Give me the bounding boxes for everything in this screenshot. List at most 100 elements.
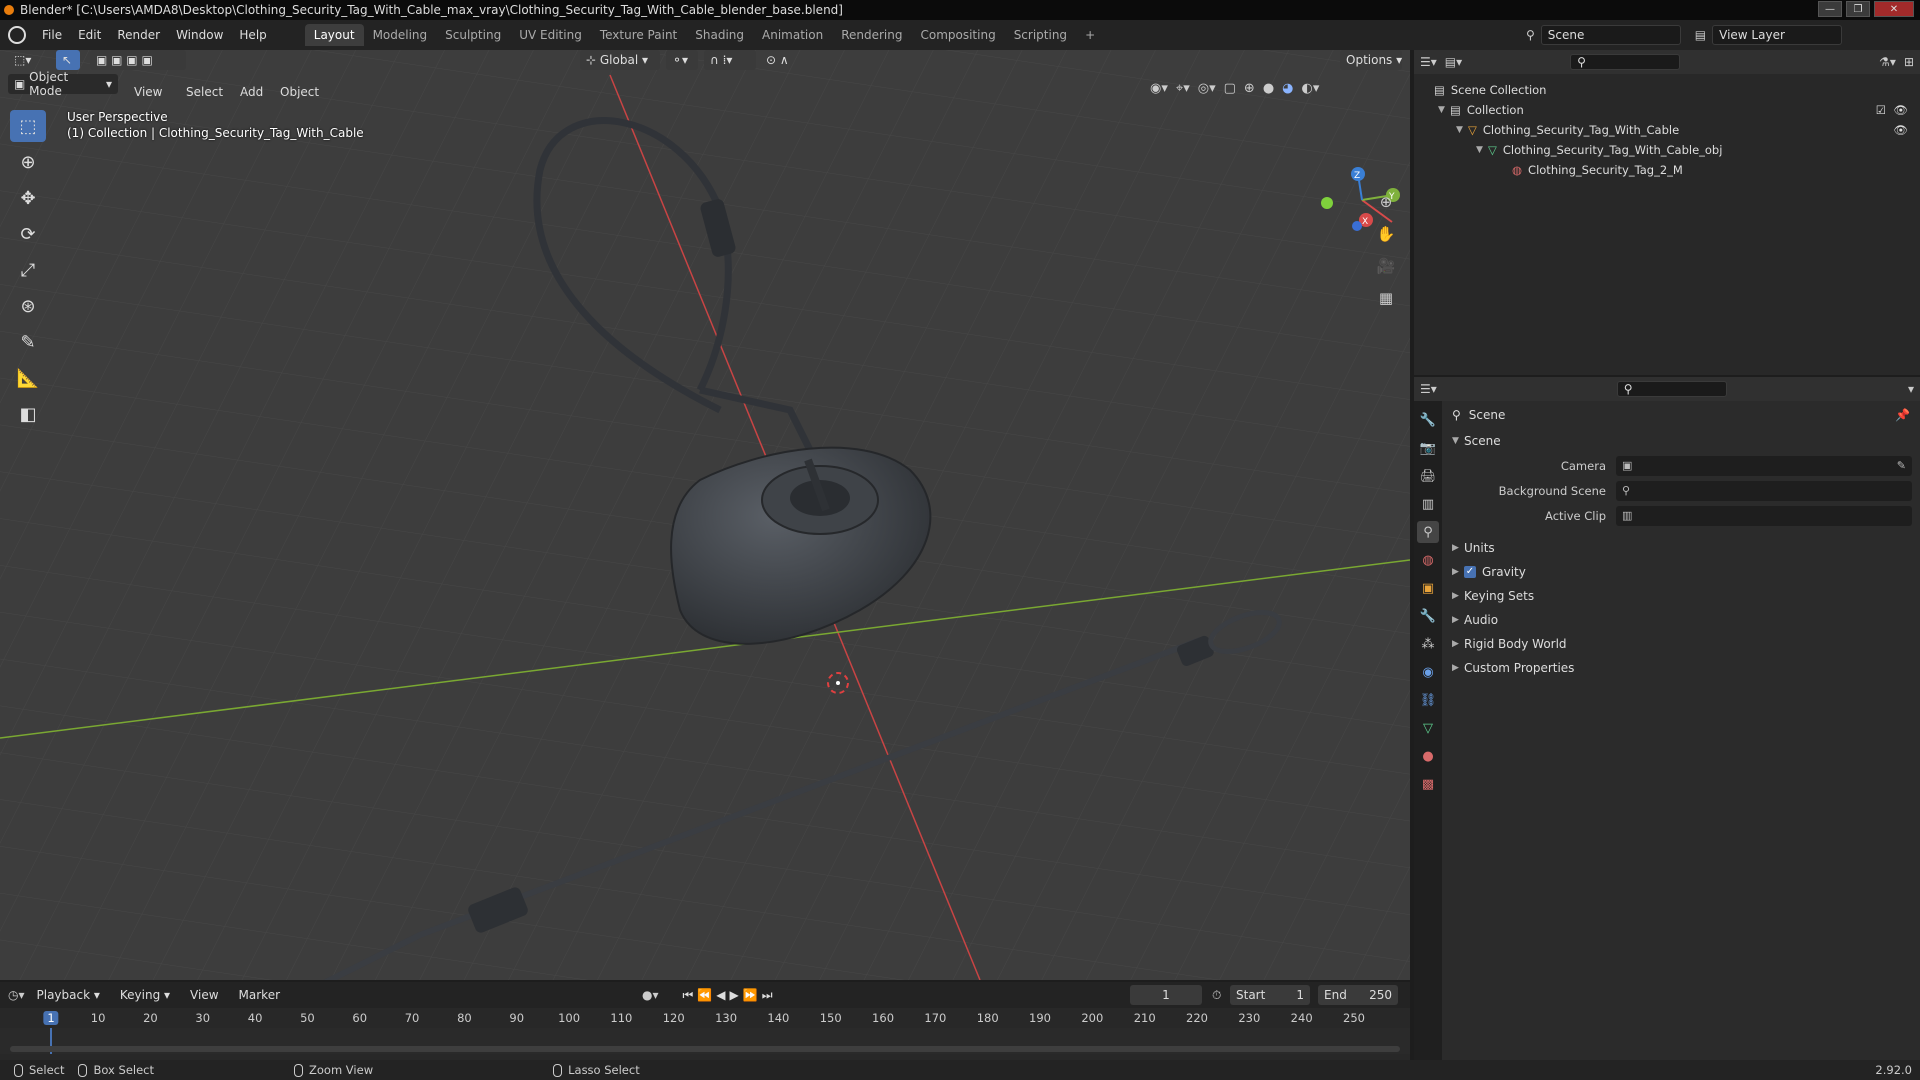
tab-uv-editing[interactable]: UV Editing	[510, 24, 591, 46]
overlays-icon[interactable]: ◎▾	[1198, 81, 1216, 96]
scene-selector[interactable]: Scene	[1540, 25, 1681, 45]
mode-dropdown[interactable]: ▣ Object Mode ▾	[8, 70, 118, 98]
outliner-editor-type-icon[interactable]: ☰▾	[1420, 55, 1437, 69]
preview-range-icon[interactable]: ⏱	[1212, 988, 1221, 1003]
eye-icon[interactable]: 👁	[1893, 123, 1908, 137]
pin-icon[interactable]: 📌	[1895, 408, 1910, 422]
menu-select[interactable]: Select	[178, 81, 231, 103]
prev-keyframe-icon[interactable]: ⏪	[697, 988, 716, 1002]
xray-icon[interactable]: ▢	[1224, 81, 1236, 96]
move-tool-icon[interactable]: ✥	[10, 182, 46, 214]
solid-shading-icon[interactable]: ●	[1263, 81, 1274, 96]
annotate-tool-icon[interactable]: ✎	[10, 326, 46, 358]
blender-menu-icon[interactable]	[8, 26, 26, 44]
panel-units[interactable]: ▶ Units	[1444, 536, 1920, 560]
menu-window[interactable]: Window	[168, 24, 231, 46]
play-reverse-icon[interactable]: ◀	[716, 988, 729, 1002]
expand-arrow-icon[interactable]: ▼	[1456, 125, 1468, 135]
rotate-tool-icon[interactable]: ⟳	[10, 218, 46, 250]
cursor-tool-icon[interactable]: ⊕	[10, 146, 46, 178]
outliner-item-object[interactable]: ▼ ▽ Clothing_Security_Tag_With_Cable 👁	[1414, 120, 1920, 140]
selection-mode-buttons[interactable]: ▣ ▣ ▣ ▣	[90, 50, 186, 70]
menu-timeline-view[interactable]: View	[182, 984, 226, 1006]
timeline-editor-type-icon[interactable]: ◷▾	[8, 988, 25, 1002]
measure-tool-icon[interactable]: 📐	[10, 362, 46, 394]
menu-help[interactable]: Help	[231, 24, 274, 46]
menu-playback[interactable]: Playback ▾	[29, 984, 108, 1006]
chevron-down-icon[interactable]: ▾	[1908, 382, 1914, 396]
tool-tab-icon[interactable]: 🔧	[1417, 409, 1439, 431]
exclude-checkbox-icon[interactable]: ☑	[1876, 103, 1886, 117]
new-collection-icon[interactable]: ⊞	[1904, 55, 1914, 69]
eye-icon[interactable]: 👁	[1893, 103, 1908, 117]
camera-field[interactable]: ▣ ✎	[1616, 455, 1912, 476]
tab-scripting[interactable]: Scripting	[1005, 24, 1076, 46]
panel-keying-sets[interactable]: ▶ Keying Sets	[1444, 584, 1920, 608]
add-cube-tool-icon[interactable]: ◧	[10, 398, 46, 430]
tab-texture-paint[interactable]: Texture Paint	[591, 24, 686, 46]
output-tab-icon[interactable]: 🖨	[1417, 465, 1439, 487]
panel-audio[interactable]: ▶ Audio	[1444, 608, 1920, 632]
outliner-item-scene-collection[interactable]: ▤ Scene Collection	[1414, 80, 1920, 100]
maximize-button[interactable]: ❐	[1846, 1, 1870, 17]
active-clip-field[interactable]: ▥	[1616, 505, 1912, 526]
properties-editor-type-icon[interactable]: ☰▾	[1420, 382, 1437, 396]
camera-view-icon[interactable]: 🎥	[1374, 254, 1398, 278]
object-tab-icon[interactable]: ▣	[1417, 577, 1439, 599]
modifier-tab-icon[interactable]: 🔧	[1417, 605, 1439, 627]
constraints-tab-icon[interactable]: ⛓	[1417, 689, 1439, 711]
menu-edit[interactable]: Edit	[70, 24, 109, 46]
tab-rendering[interactable]: Rendering	[832, 24, 911, 46]
gravity-checkbox[interactable]: ✓	[1464, 566, 1476, 578]
particles-tab-icon[interactable]: ⁂	[1417, 633, 1439, 655]
play-icon[interactable]: ▶	[730, 988, 743, 1002]
snapping-icon[interactable]: ∩ ⁞▾	[704, 50, 756, 70]
menu-render[interactable]: Render	[109, 24, 168, 46]
proportional-editing-icon[interactable]: ⊙ ∧	[760, 50, 808, 70]
zoom-icon[interactable]: ⊕	[1374, 190, 1398, 214]
rendered-shading-icon[interactable]: ◐▾	[1302, 81, 1320, 96]
3d-viewport[interactable]: X Y Z ⬚▾ ↖ ▣ ▣ ▣ ▣ ⊹ Global ▾ ⚬▾ ∩ ⁞▾ ⊙ …	[0, 50, 1410, 980]
timeline-ruler[interactable]: 1 10 20 30 40 50 60 70 80 90 100 110 120 130 140 150 160…	[0, 1008, 1410, 1028]
data-tab-icon[interactable]: ▽	[1417, 717, 1439, 739]
options-dropdown[interactable]: Options ▾	[1340, 50, 1402, 70]
select-box-tool-icon[interactable]: ⬚	[10, 110, 46, 142]
tab-modeling[interactable]: Modeling	[364, 24, 437, 46]
pivot-point-icon[interactable]: ⚬▾	[666, 50, 698, 70]
texture-tab-icon[interactable]: ▩	[1417, 773, 1439, 795]
pan-hand-icon[interactable]: ✋	[1374, 222, 1398, 246]
menu-view[interactable]: View	[126, 81, 170, 103]
panel-gravity[interactable]: ▶ ✓ Gravity	[1444, 560, 1920, 584]
wireframe-shading-icon[interactable]: ⊕	[1244, 81, 1255, 96]
menu-keying[interactable]: Keying ▾	[112, 984, 178, 1006]
add-workspace-icon[interactable]: +	[1076, 24, 1104, 46]
panel-custom-properties[interactable]: ▶ Custom Properties	[1444, 656, 1920, 680]
jump-end-icon[interactable]: ⏭	[762, 988, 777, 1002]
gizmo-neg-y-handle[interactable]	[1321, 197, 1333, 209]
tab-compositing[interactable]: Compositing	[911, 24, 1004, 46]
outliner-item-mesh[interactable]: ▼ ▽ Clothing_Security_Tag_With_Cable_obj	[1414, 140, 1920, 160]
outliner-item-material[interactable]: ◍ Clothing_Security_Tag_2_M	[1414, 160, 1920, 180]
end-frame-field[interactable]: End 250	[1318, 985, 1398, 1005]
menu-add[interactable]: Add	[232, 81, 271, 103]
menu-marker[interactable]: Marker	[231, 984, 288, 1006]
view-layer-selector[interactable]: View Layer	[1712, 25, 1843, 45]
current-frame-field[interactable]: 1	[1130, 985, 1202, 1005]
properties-search-input[interactable]: ⚲	[1616, 381, 1727, 397]
tab-shading[interactable]: Shading	[686, 24, 753, 46]
transform-tool-icon[interactable]: ⊛	[10, 290, 46, 322]
scale-tool-icon[interactable]: ⤢	[10, 254, 46, 286]
scene-tab-icon[interactable]: ⚲	[1417, 521, 1439, 543]
material-shading-icon[interactable]: ◕	[1282, 81, 1293, 96]
menu-file[interactable]: File	[34, 24, 70, 46]
close-button[interactable]: ✕	[1874, 1, 1914, 17]
filter-icon[interactable]: ⚗▾	[1879, 55, 1896, 69]
tab-layout[interactable]: Layout	[304, 24, 364, 46]
transform-orientation-dropdown[interactable]: ⊹ Global ▾	[580, 50, 660, 70]
visibility-icon[interactable]: ◉▾	[1150, 81, 1168, 96]
editor-type-icon[interactable]: ⬚▾	[8, 50, 37, 70]
next-keyframe-icon[interactable]: ⏩	[743, 988, 762, 1002]
panel-rigid-body-world[interactable]: ▶ Rigid Body World	[1444, 632, 1920, 656]
minimize-button[interactable]: —	[1818, 1, 1842, 17]
scene-icon[interactable]: ⚲	[1526, 28, 1535, 42]
